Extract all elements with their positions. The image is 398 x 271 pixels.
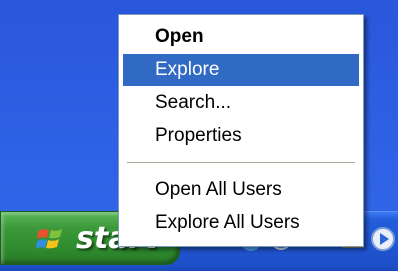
windows-logo-icon — [36, 229, 62, 249]
menu-item-open[interactable]: Open — [123, 21, 359, 53]
menu-item-search[interactable]: Search... — [123, 87, 359, 119]
menu-item-explore-all-users[interactable]: Explore All Users — [123, 207, 359, 239]
menu-separator — [127, 162, 355, 163]
desktop-icon[interactable] — [370, 226, 396, 252]
context-menu: Open Explore Search... Properties Open A… — [118, 14, 364, 247]
menu-item-explore[interactable]: Explore — [123, 54, 359, 86]
menu-item-open-all-users[interactable]: Open All Users — [123, 174, 359, 206]
menu-item-properties[interactable]: Properties — [123, 120, 359, 152]
